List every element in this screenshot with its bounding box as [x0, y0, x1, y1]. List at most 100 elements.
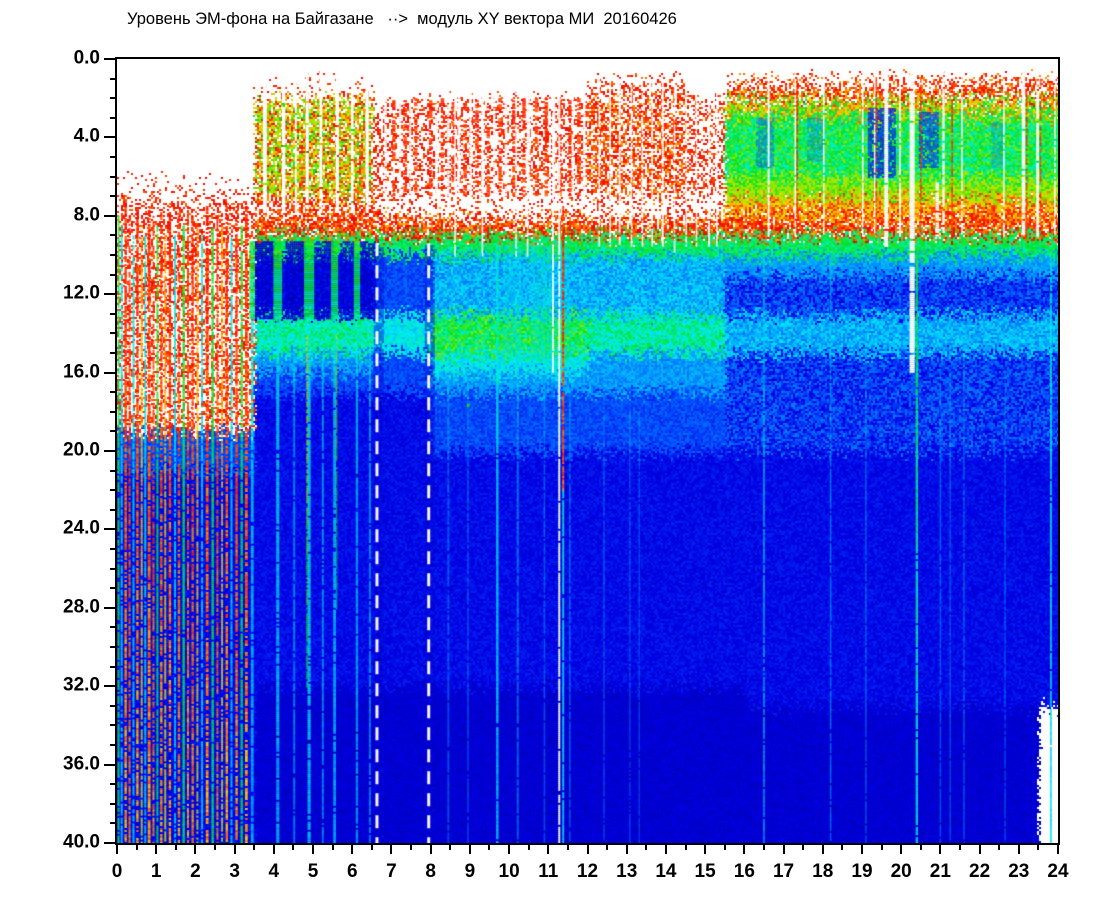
- y-minor-tick: [110, 332, 115, 335]
- y-tick-label: 40.0: [63, 831, 100, 853]
- x-major-tick: [664, 845, 667, 854]
- x-major-tick: [351, 845, 354, 854]
- y-major-tick: [104, 528, 115, 531]
- y-minor-tick: [110, 665, 115, 668]
- x-tick-label: 6: [346, 861, 358, 882]
- x-tick-label: 21: [929, 861, 951, 882]
- y-minor-tick: [110, 822, 115, 825]
- x-major-tick: [547, 845, 550, 854]
- y-major-tick: [104, 685, 115, 688]
- chart-title: Уровень ЭМ-фона на Байгазане ··> модуль …: [127, 10, 677, 28]
- x-major-tick: [821, 845, 824, 854]
- y-minor-tick: [110, 254, 115, 256]
- y-tick-label: 28.0: [63, 596, 100, 618]
- x-minor-tick: [606, 845, 609, 850]
- y-minor-tick: [110, 312, 115, 315]
- y-minor-tick: [110, 430, 115, 433]
- y-major-tick: [104, 293, 115, 296]
- y-minor-tick: [110, 704, 115, 707]
- x-major-tick: [1017, 845, 1020, 854]
- x-minor-tick: [958, 845, 961, 850]
- y-major-tick: [104, 763, 115, 766]
- y-major-tick: [104, 214, 115, 217]
- x-major-tick: [860, 845, 863, 854]
- y-minor-tick: [110, 116, 115, 119]
- x-minor-tick: [331, 845, 334, 850]
- y-minor-tick: [110, 195, 115, 198]
- x-minor-tick: [566, 845, 569, 850]
- x-tick-label: 3: [229, 861, 240, 882]
- x-major-tick: [1057, 845, 1059, 854]
- em-background-spectrogram-page: { "title": "Уровень ЭМ-фона на Байгазане…: [0, 0, 1096, 900]
- x-minor-tick: [645, 845, 648, 850]
- x-major-tick: [939, 845, 942, 854]
- x-minor-tick: [684, 845, 687, 850]
- x-minor-tick: [174, 845, 177, 850]
- x-minor-tick: [214, 845, 217, 850]
- y-major-tick: [104, 371, 115, 374]
- x-tick-label: 0: [111, 861, 123, 882]
- x-tick-label: 9: [464, 861, 476, 882]
- x-minor-tick: [998, 845, 1001, 850]
- x-tick-label: 1: [150, 861, 162, 882]
- x-minor-tick: [410, 845, 413, 850]
- y-minor-tick: [110, 391, 115, 394]
- x-minor-tick: [880, 845, 883, 850]
- y-tick-label: 24.0: [63, 517, 100, 539]
- x-tick-label: 24: [1047, 861, 1069, 882]
- x-minor-tick: [802, 845, 805, 850]
- x-tick-label: 5: [307, 861, 319, 882]
- x-tick-label: 20: [890, 861, 912, 882]
- y-tick-label: 12.0: [63, 282, 100, 304]
- x-major-tick: [978, 845, 981, 854]
- y-minor-tick: [110, 744, 115, 746]
- y-minor-tick: [110, 567, 115, 570]
- x-minor-tick: [135, 845, 138, 850]
- y-tick-label: 0.0: [73, 47, 100, 69]
- x-minor-tick: [919, 845, 922, 850]
- y-major-tick: [104, 136, 115, 139]
- y-minor-tick: [110, 587, 115, 590]
- x-major-tick: [194, 845, 197, 854]
- y-tick-label: 32.0: [63, 674, 100, 696]
- x-major-tick: [508, 845, 511, 854]
- x-major-tick: [116, 845, 118, 854]
- y-minor-tick: [110, 626, 115, 629]
- x-tick-label: 15: [694, 861, 716, 882]
- x-minor-tick: [370, 845, 373, 850]
- x-major-tick: [900, 845, 903, 854]
- x-major-tick: [625, 845, 628, 854]
- y-major-tick: [104, 606, 115, 609]
- y-minor-tick: [110, 77, 115, 80]
- x-minor-tick: [527, 845, 530, 850]
- y-minor-tick: [110, 646, 115, 648]
- x-minor-tick: [723, 845, 726, 850]
- y-minor-tick: [110, 783, 115, 786]
- y-tick-label: 4.0: [73, 125, 100, 147]
- y-tick-label: 16.0: [63, 360, 100, 382]
- x-tick-label: 18: [812, 861, 834, 882]
- y-major-tick: [104, 842, 115, 844]
- x-major-tick: [586, 845, 589, 854]
- x-minor-tick: [449, 845, 452, 850]
- x-tick-label: 2: [190, 861, 201, 882]
- x-minor-tick: [253, 845, 256, 850]
- x-minor-tick: [762, 845, 765, 850]
- y-minor-tick: [110, 156, 115, 158]
- x-tick-label: 14: [655, 861, 677, 882]
- y-minor-tick: [110, 175, 115, 178]
- y-minor-tick: [110, 508, 115, 511]
- y-minor-tick: [110, 548, 115, 550]
- y-minor-tick: [110, 469, 115, 472]
- x-tick-label: 17: [772, 861, 795, 882]
- x-tick-label: 13: [616, 861, 638, 882]
- x-major-tick: [468, 845, 471, 854]
- x-major-tick: [704, 845, 707, 854]
- x-major-tick: [390, 845, 393, 854]
- x-major-tick: [782, 845, 785, 854]
- x-major-tick: [155, 845, 158, 854]
- x-tick-label: 11: [538, 861, 559, 882]
- y-tick-label: 8.0: [73, 204, 100, 226]
- y-tick-label: 20.0: [63, 439, 100, 461]
- x-tick-label: 4: [268, 861, 280, 882]
